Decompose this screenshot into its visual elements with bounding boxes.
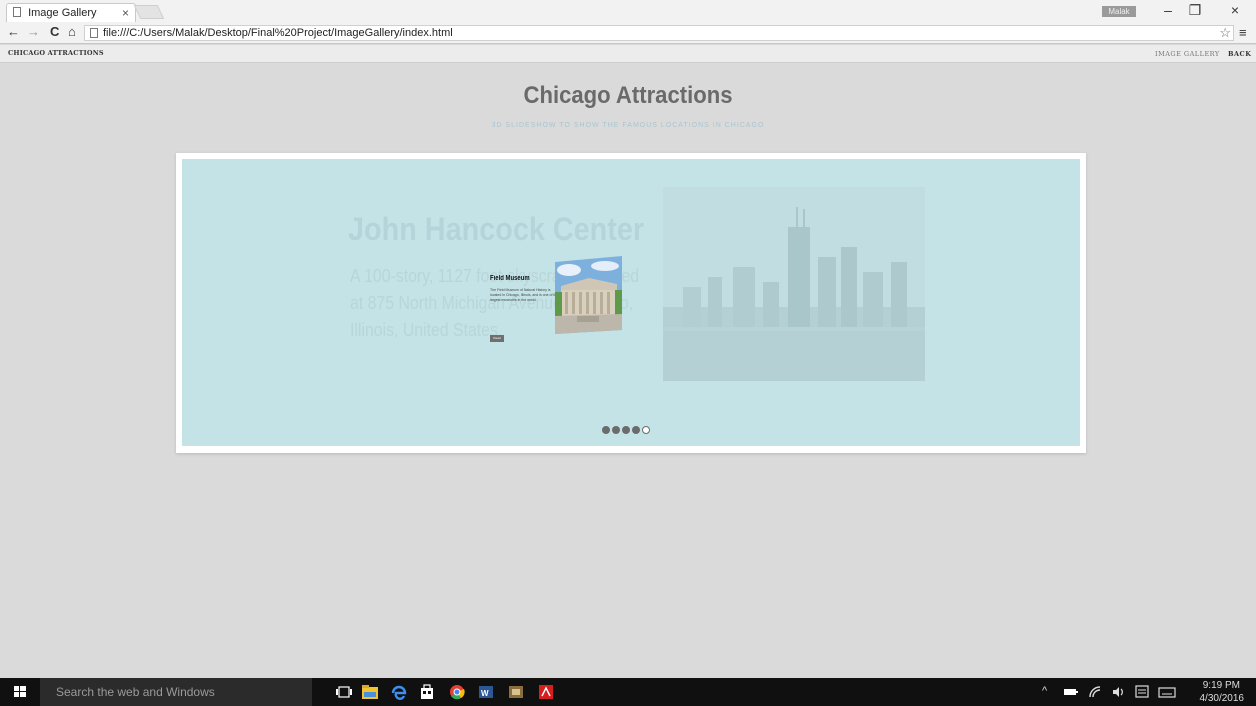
read-more-button[interactable]: Read <box>490 335 504 342</box>
keyboard-icon[interactable] <box>1158 684 1176 700</box>
slideshow-frame: John Hancock Center A 100-story, 1127 fo… <box>176 153 1086 453</box>
browser-titlebar: Image Gallery × Malak – ❐ × <box>0 0 1256 22</box>
action-center-icon[interactable] <box>1133 684 1151 700</box>
svg-text:W: W <box>481 689 489 698</box>
bookmark-star-icon[interactable]: ☆ <box>1219 25 1231 41</box>
task-view-icon[interactable] <box>335 684 353 700</box>
url-text: file:///C:/Users/Malak/Desktop/Final%20P… <box>103 27 453 39</box>
active-slide-title: Field Museum <box>490 275 530 282</box>
page-subtitle: 3D SLIDESHOW TO SHOW THE FAMOUS LOCATION… <box>491 122 765 129</box>
user-profile-badge[interactable]: Malak <box>1102 6 1136 17</box>
field-museum-photo <box>555 256 622 334</box>
nav-link-image-gallery[interactable]: IMAGE GALLERY <box>1155 50 1220 58</box>
show-hidden-icons[interactable]: ^ <box>1042 685 1047 697</box>
reload-button[interactable]: C <box>50 24 59 39</box>
restore-button[interactable]: ❐ <box>1180 2 1210 19</box>
taskbar-search-input[interactable]: Search the web and Windows <box>40 678 312 706</box>
slide-dot-2[interactable] <box>612 426 620 434</box>
edge-browser-icon[interactable] <box>390 684 408 700</box>
word-icon[interactable]: W <box>477 684 495 700</box>
battery-icon[interactable] <box>1062 684 1080 700</box>
slideshow-stage: John Hancock Center A 100-story, 1127 fo… <box>182 159 1080 446</box>
app-icon[interactable] <box>507 684 525 700</box>
browser-tab[interactable]: Image Gallery × <box>6 3 136 22</box>
clock-date[interactable]: 4/30/2016 <box>1196 693 1245 704</box>
slide-dot-5[interactable] <box>642 426 650 434</box>
tab-title: Image Gallery <box>28 7 97 19</box>
browser-menu-icon[interactable]: ≡ <box>1239 25 1247 40</box>
background-slide-title: John Hancock Center <box>348 211 645 247</box>
nav-link-back[interactable]: BACK <box>1228 50 1251 58</box>
file-explorer-icon[interactable] <box>361 684 379 700</box>
page-title: Chicago Attractions <box>523 82 733 109</box>
active-slide[interactable]: Field Museum The Field Museum of Natural… <box>488 254 624 344</box>
windows-logo-icon <box>14 686 26 697</box>
start-button[interactable] <box>0 678 40 706</box>
store-icon[interactable] <box>418 684 436 700</box>
clock-time[interactable]: 9:19 PM <box>1196 680 1240 691</box>
page-icon <box>13 7 21 17</box>
chrome-icon[interactable] <box>448 684 466 700</box>
volume-icon[interactable] <box>1110 684 1128 700</box>
active-slide-text: The Field Museum of Natural History is l… <box>490 288 559 302</box>
home-button[interactable]: ⌂ <box>68 24 76 39</box>
browser-toolbar: ← → C ⌂ file:///C:/Users/Malak/Desktop/F… <box>0 22 1256 44</box>
minimize-button[interactable]: – <box>1153 2 1183 18</box>
site-navbar: CHICAGO ATTRACTIONS IMAGE GALLERY BACK <box>0 45 1256 63</box>
back-button[interactable]: ← <box>7 24 20 39</box>
slide-dot-3[interactable] <box>622 426 630 434</box>
site-brand[interactable]: CHICAGO ATTRACTIONS <box>8 49 104 57</box>
slide-dot-4[interactable] <box>632 426 640 434</box>
page-icon <box>90 28 98 38</box>
address-bar[interactable]: file:///C:/Users/Malak/Desktop/Final%20P… <box>84 25 1234 41</box>
forward-button[interactable]: → <box>27 24 40 39</box>
slideshow-dots <box>602 426 672 436</box>
new-tab-button[interactable] <box>133 5 165 19</box>
tab-close-icon[interactable]: × <box>122 6 129 20</box>
acrobat-icon[interactable] <box>537 684 555 700</box>
close-window-button[interactable]: × <box>1220 2 1250 18</box>
slide-dot-1[interactable] <box>602 426 610 434</box>
wifi-icon[interactable] <box>1087 684 1105 700</box>
skyline-image <box>663 187 925 381</box>
windows-taskbar: Search the web and Windows W ^ 9:19 PM 4… <box>0 678 1256 706</box>
